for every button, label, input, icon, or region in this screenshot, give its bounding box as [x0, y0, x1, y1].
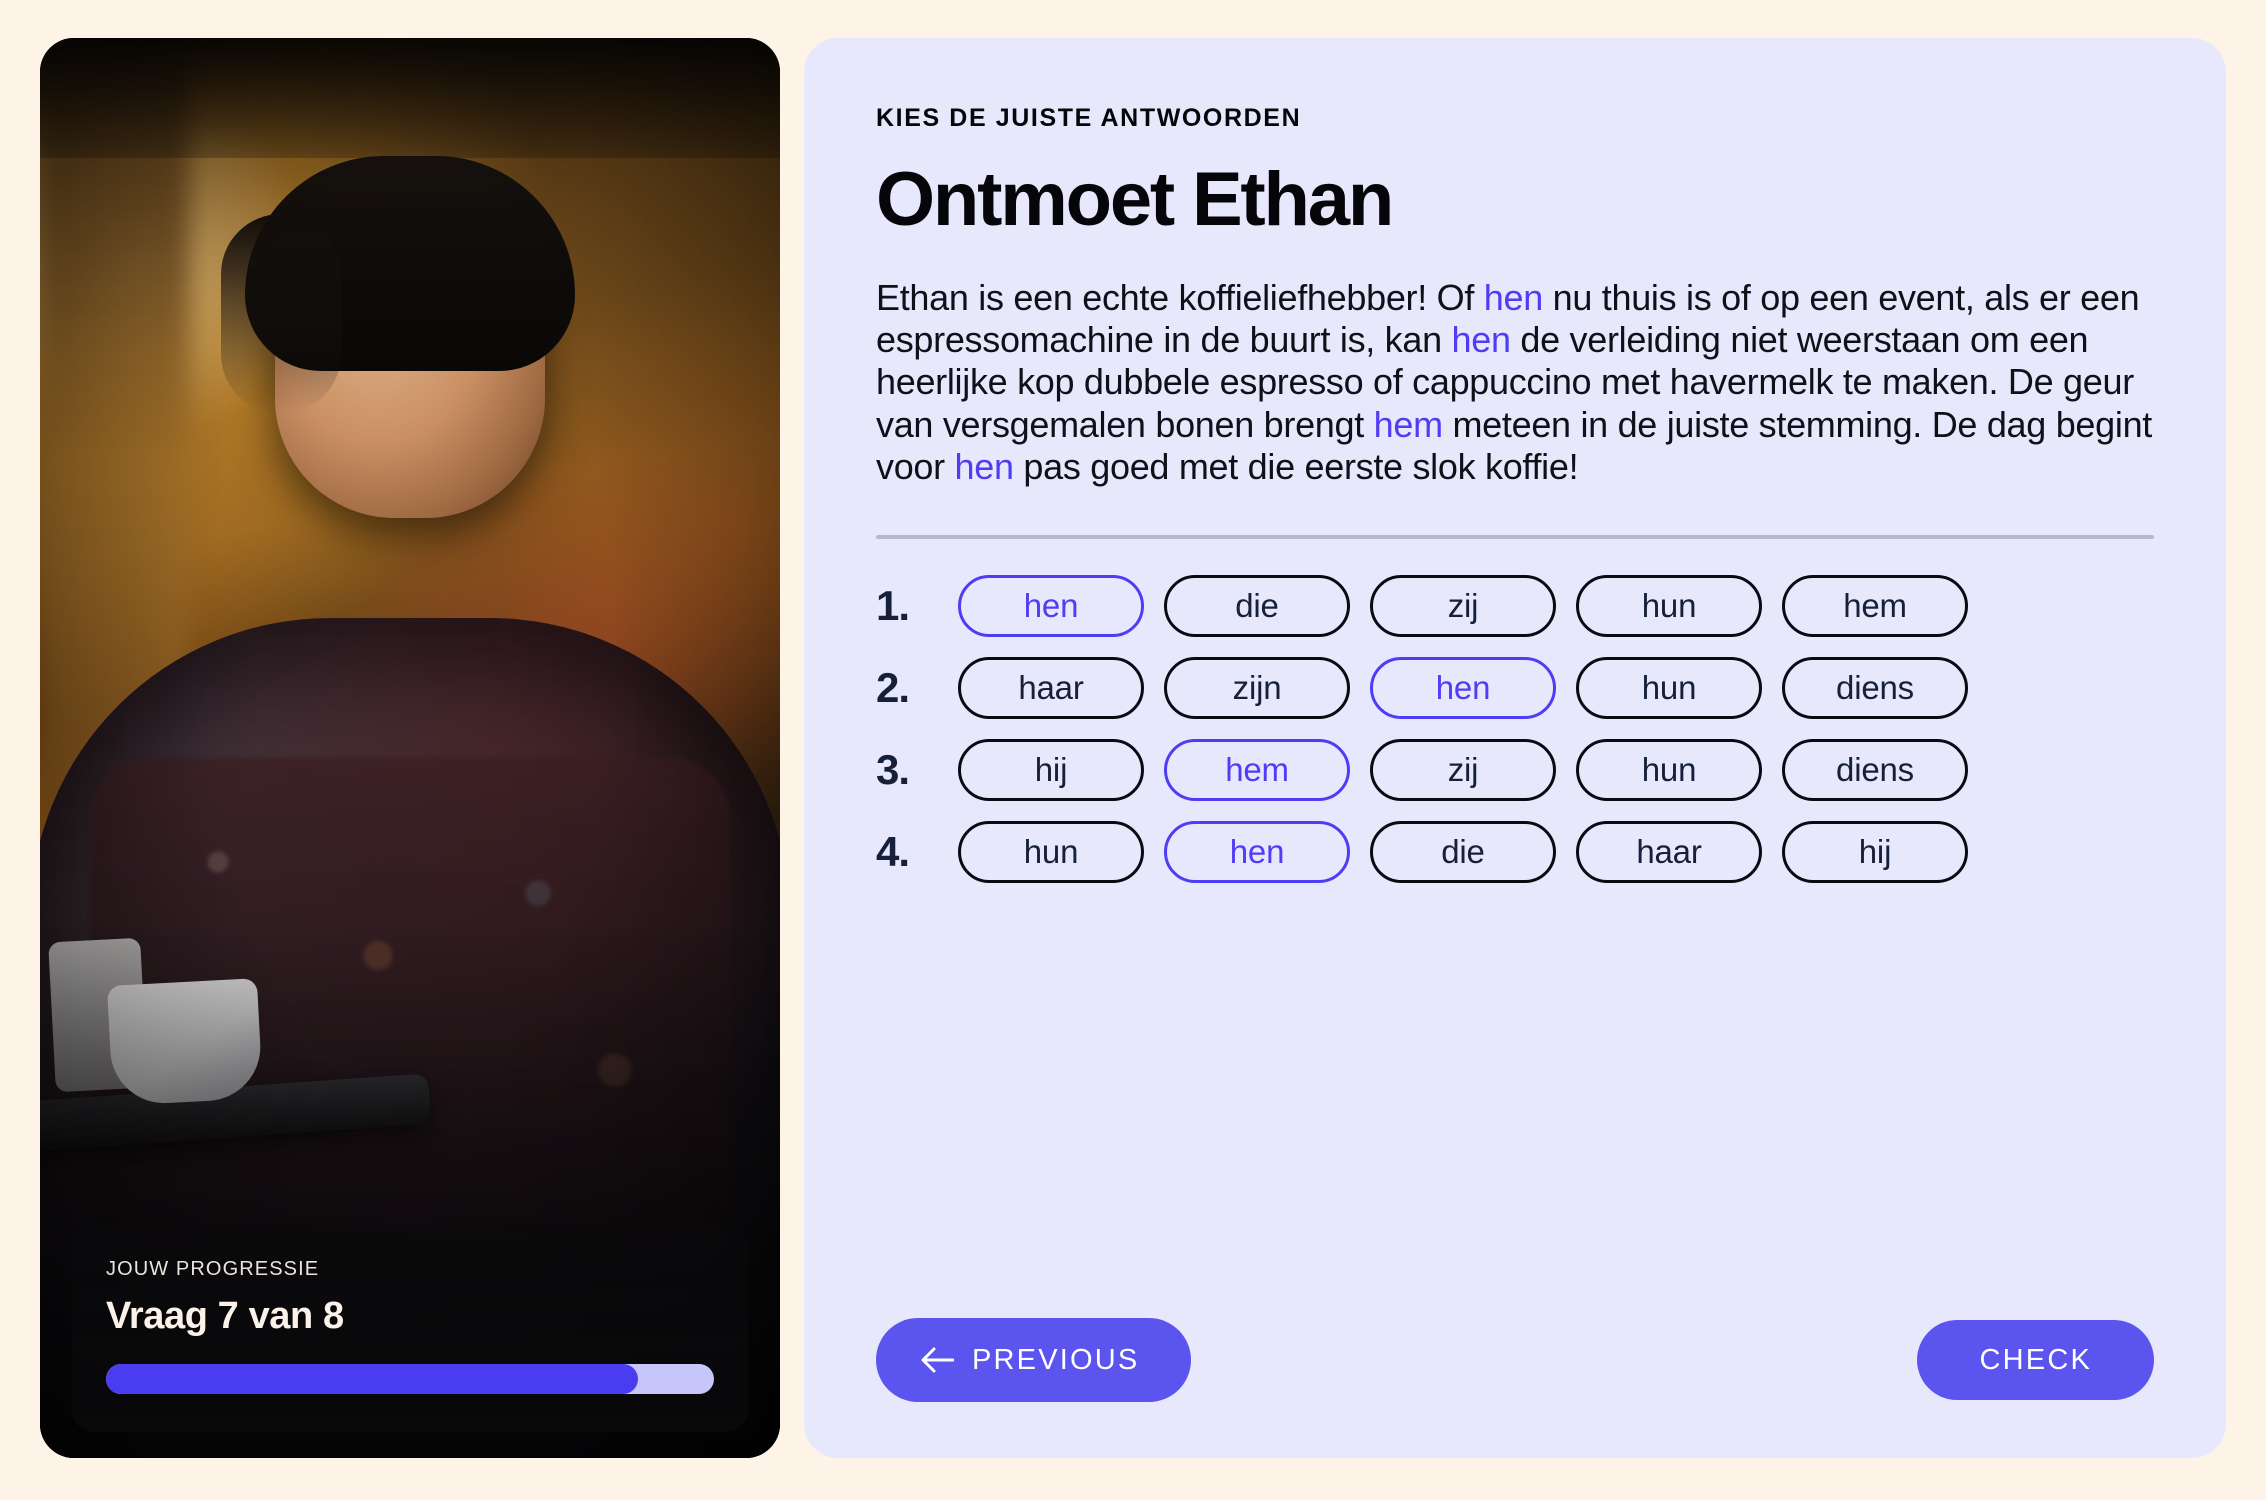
- media-card: JOUW PROGRESSIE Vraag 7 van 8: [40, 38, 780, 1458]
- answer-row: 1. hen die zij hun hem: [876, 574, 2154, 637]
- passage-text: pas goed met die eerste slok koffie!: [1013, 446, 1579, 488]
- quiz-eyebrow: KIES DE JUISTE ANTWOORDEN: [876, 104, 1302, 132]
- answer-row: 4. hun hen die haar hij: [876, 820, 2154, 883]
- answer-option-selected[interactable]: hen: [1164, 820, 1350, 883]
- answer-row-number: 4.: [876, 827, 910, 875]
- answer-option[interactable]: zij: [1370, 574, 1556, 637]
- passage-highlight: hen: [1451, 318, 1511, 360]
- check-button[interactable]: Check: [1917, 1320, 2154, 1400]
- answer-option[interactable]: die: [1164, 574, 1350, 637]
- answer-option-selected[interactable]: hen: [958, 574, 1144, 637]
- progress-eyebrow: JOUW PROGRESSIE: [106, 1258, 320, 1280]
- answer-option[interactable]: hun: [1576, 738, 1762, 801]
- passage-highlight: hen: [954, 446, 1014, 488]
- answer-row: 2. haar zijn hen hun diens: [876, 656, 2154, 719]
- check-button-label: Check: [1979, 1343, 2092, 1376]
- quiz-screen: JOUW PROGRESSIE Vraag 7 van 8 KIES DE JU…: [0, 0, 2266, 1500]
- passage-text: Ethan is een echte koffieliefhebber! Of: [876, 276, 1484, 318]
- section-divider: [876, 534, 2154, 539]
- answer-option[interactable]: die: [1370, 820, 1556, 883]
- answer-option[interactable]: zijn: [1164, 656, 1350, 719]
- quiz-panel: KIES DE JUISTE ANTWOORDEN Ontmoet Ethan …: [804, 38, 2226, 1458]
- answer-option[interactable]: hun: [958, 820, 1144, 883]
- answer-option[interactable]: haar: [958, 656, 1144, 719]
- progress-overlay: JOUW PROGRESSIE Vraag 7 van 8: [72, 1224, 748, 1432]
- answer-option[interactable]: haar: [1576, 820, 1762, 883]
- answer-option[interactable]: hij: [958, 738, 1144, 801]
- answer-row: 3. hij hem zij hun diens: [876, 738, 2154, 801]
- answer-option[interactable]: zij: [1370, 738, 1556, 801]
- previous-button[interactable]: Previous: [876, 1318, 1192, 1402]
- answer-option[interactable]: hun: [1576, 574, 1762, 637]
- answer-option[interactable]: hun: [1576, 656, 1762, 719]
- passage-highlight: hen: [1483, 276, 1543, 318]
- page-title: Ontmoet Ethan: [876, 157, 1394, 242]
- answer-row-number: 1.: [876, 581, 910, 629]
- answers-list: 1. hen die zij hun hem 2. haar zijn hen hun diens 3.…: [876, 574, 2154, 883]
- answer-option[interactable]: diens: [1782, 738, 1968, 801]
- previous-button-label: Previous: [972, 1343, 1140, 1376]
- answer-option-selected[interactable]: hen: [1370, 656, 1556, 719]
- answer-row-number: 3.: [876, 745, 910, 793]
- quiz-passage: Ethan is een echte koffieliefhebber! Of …: [876, 277, 2154, 489]
- answer-option[interactable]: diens: [1782, 656, 1968, 719]
- progress-bar-fill: [106, 1364, 638, 1394]
- quiz-footer: Previous Check: [876, 1278, 2154, 1402]
- answer-option[interactable]: hem: [1782, 574, 1968, 637]
- answer-row-number: 2.: [876, 663, 910, 711]
- answer-option[interactable]: hij: [1782, 820, 1968, 883]
- passage-highlight: hem: [1373, 403, 1443, 445]
- progress-bar-track: [106, 1364, 714, 1394]
- arrow-left-icon: [920, 1346, 955, 1374]
- progress-title: Vraag 7 van 8: [106, 1295, 344, 1337]
- answer-option-selected[interactable]: hem: [1164, 738, 1350, 801]
